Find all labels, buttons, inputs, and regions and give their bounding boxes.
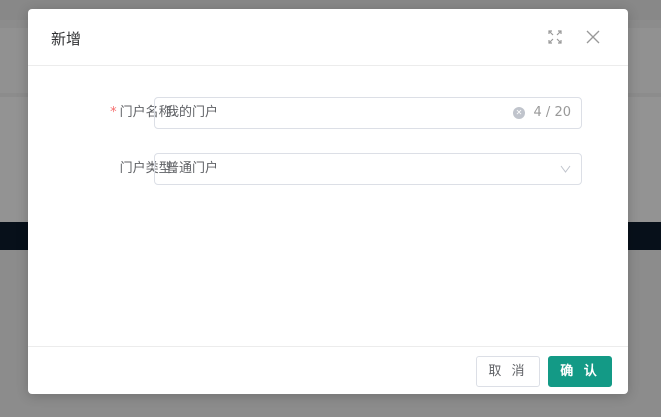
fullscreen-icon[interactable] — [547, 29, 563, 45]
add-dialog: 新增 * 门户名称: 我的门户 ✕ 4 / 20 门户类型: 普通门户 取 消 确… — [28, 9, 628, 394]
portal-type-select[interactable]: 普通门户 — [154, 153, 582, 185]
chevron-down-icon — [560, 154, 571, 196]
char-counter: 4 / 20 — [533, 105, 571, 120]
close-icon[interactable] — [585, 29, 601, 45]
dialog-footer: 取 消 确 认 — [28, 346, 628, 394]
form-row-type: 门户类型: 普通门户 — [28, 153, 628, 185]
portal-type-value: 普通门户 — [166, 161, 219, 176]
cancel-button[interactable]: 取 消 — [476, 356, 540, 387]
form-row-name: * 门户名称: 我的门户 ✕ 4 / 20 — [28, 97, 628, 129]
dialog-title: 新增 — [51, 30, 82, 48]
portal-name-value: 我的门户 — [166, 105, 219, 120]
confirm-button[interactable]: 确 认 — [548, 356, 612, 387]
clear-icon[interactable]: ✕ — [513, 107, 525, 119]
dialog-header: 新增 — [28, 9, 628, 66]
portal-name-input[interactable]: 我的门户 ✕ 4 / 20 — [154, 97, 582, 129]
required-mark: * — [110, 105, 117, 120]
